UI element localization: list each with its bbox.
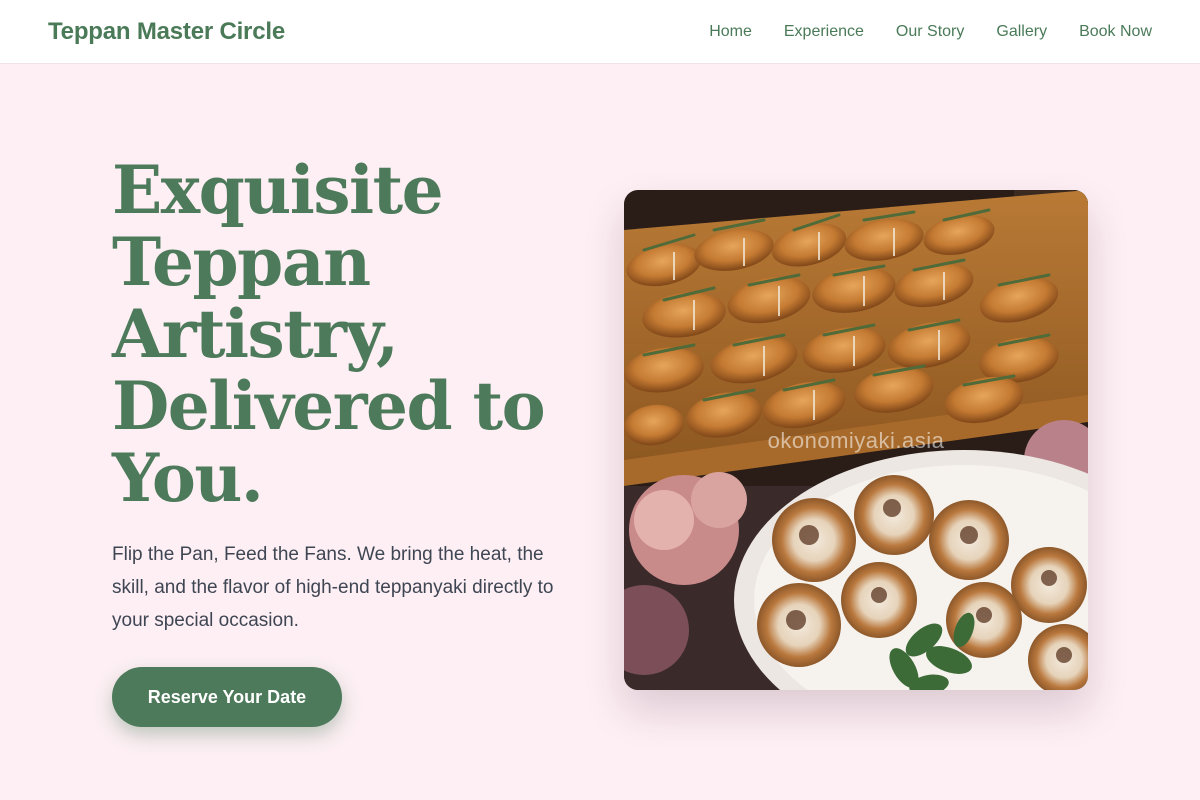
navbar: Teppan Master Circle Home Experience Our… [0,0,1200,64]
nav-links: Home Experience Our Story Gallery Book N… [709,23,1152,41]
hero-food-image: okonomiyaki.asia [624,190,1088,690]
nav-link-home[interactable]: Home [709,23,752,41]
reserve-date-button[interactable]: Reserve Your Date [112,667,342,727]
hero-subtitle: Flip the Pan, Feed the Fans. We bring th… [112,544,554,631]
image-watermark: okonomiyaki.asia [767,428,945,453]
hero-title: Exquisite Teppan Artistry, Delivered to … [112,151,546,517]
nav-link-gallery[interactable]: Gallery [996,23,1047,41]
nav-link-our-story[interactable]: Our Story [896,23,964,41]
nav-link-book-now[interactable]: Book Now [1079,23,1152,41]
nav-link-experience[interactable]: Experience [784,23,864,41]
brand-logo[interactable]: Teppan Master Circle [48,18,285,46]
